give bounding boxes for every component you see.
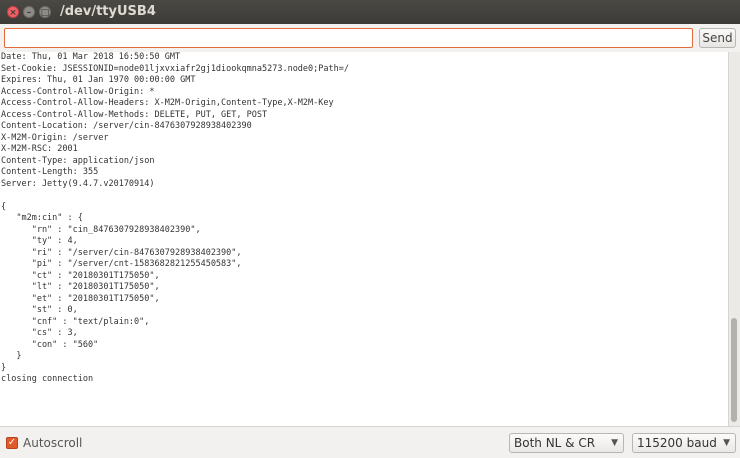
maximize-window-button[interactable]: □ <box>39 6 51 18</box>
output-line: "rn" : "cin_8476307928938402390", <box>1 224 201 235</box>
output-line: closing connection <box>1 374 94 384</box>
output-line: "ty" : 4, <box>1 236 78 246</box>
output-line: "cnf" : "text/plain:0", <box>1 316 150 327</box>
output-line: } <box>1 362 7 373</box>
output-line: Access-Control-Allow-Methods: DELETE, PU… <box>1 109 268 120</box>
line-ending-value: Both NL & CR <box>514 436 596 450</box>
maximize-icon: □ <box>40 8 50 18</box>
output-line: "et" : "20180301T175050", <box>1 293 160 304</box>
autoscroll-label[interactable]: Autoscroll <box>23 436 82 450</box>
close-window-button[interactable]: × <box>7 6 19 18</box>
output-line: Content-Location: /server/cin-8476307928… <box>1 121 252 131</box>
output-line: "lt" : "20180301T175050", <box>1 282 160 292</box>
output-line: Content-Type: application/json <box>1 155 155 166</box>
output-line: Date: Thu, 01 Mar 2018 16:50:50 GMT <box>1 52 181 62</box>
output-text: Date: Thu, 01 Mar 2018 16:50:50 GMT Set-… <box>0 52 728 386</box>
output-line: "cs" : 3, <box>1 328 78 338</box>
output-line: Access-Control-Allow-Headers: X-M2M-Orig… <box>1 98 334 108</box>
baud-rate-select[interactable]: 115200 baud ▼ <box>632 433 736 453</box>
command-row: Send <box>0 24 740 52</box>
output-line: Access-Control-Allow-Origin: * <box>1 86 155 97</box>
output-line: Expires: Thu, 01 Jan 1970 00:00:00 GMT <box>1 75 196 85</box>
line-ending-select[interactable]: Both NL & CR ▼ <box>509 433 624 453</box>
title-bar: × – □ /dev/ttyUSB4 <box>0 0 740 24</box>
checkmark-icon: ✓ <box>7 437 17 448</box>
output-line: "ri" : "/server/cin-8476307928938402390"… <box>1 247 242 258</box>
scrollbar-thumb[interactable] <box>731 318 737 422</box>
chevron-down-icon: ▼ <box>611 438 618 448</box>
status-bar: ✓ Autoscroll Both NL & CR ▼ 115200 baud … <box>0 426 740 458</box>
output-line: X-M2M-Origin: /server <box>1 132 109 143</box>
output-line: "ct" : "20180301T175050", <box>1 270 160 281</box>
serial-input[interactable] <box>4 28 693 48</box>
output-line: } <box>1 351 22 361</box>
baud-rate-value: 115200 baud <box>637 436 717 450</box>
send-button[interactable]: Send <box>699 28 736 48</box>
output-line: Set-Cookie: JSESSIONID=node01ljxvxiafr2g… <box>1 63 349 74</box>
output-line: "m2m:cin" : { <box>1 213 83 223</box>
output-line: X-M2M-RSC: 2001 <box>1 144 78 154</box>
chevron-down-icon: ▼ <box>723 438 730 448</box>
output-line: "st" : 0, <box>1 305 78 315</box>
output-line: "pi" : "/server/cnt-1583682821255450583"… <box>1 259 242 269</box>
minimize-window-button[interactable]: – <box>23 6 35 18</box>
window-title: /dev/ttyUSB4 <box>60 4 156 19</box>
output-line: { <box>1 201 7 212</box>
close-icon: × <box>9 8 17 18</box>
serial-output[interactable]: Date: Thu, 01 Mar 2018 16:50:50 GMT Set-… <box>0 52 728 426</box>
minimize-icon: – <box>26 8 32 18</box>
autoscroll-checkbox[interactable]: ✓ <box>6 437 18 449</box>
output-line: Content-Length: 355 <box>1 167 99 177</box>
output-line: Server: Jetty(9.4.7.v20170914) <box>1 178 155 189</box>
output-line: "con" : "560" <box>1 339 99 350</box>
